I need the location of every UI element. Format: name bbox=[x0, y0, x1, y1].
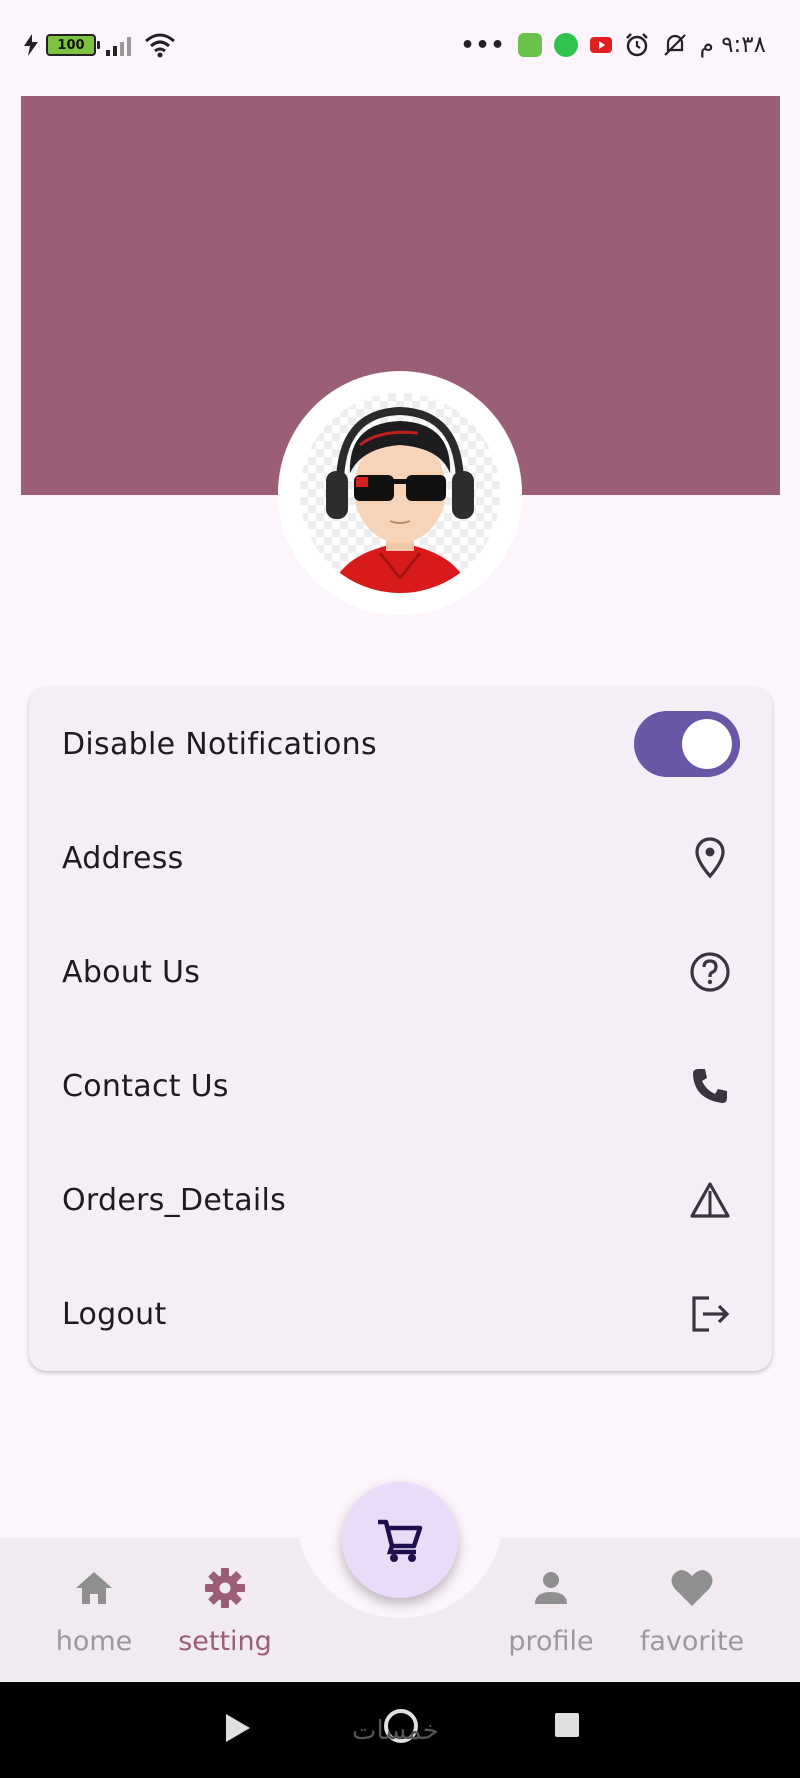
avatar[interactable] bbox=[278, 371, 522, 615]
wifi-icon bbox=[145, 33, 175, 58]
cart-icon bbox=[378, 1519, 423, 1562]
nav-item-profile[interactable]: profile bbox=[481, 1566, 621, 1666]
settings-row-disable-notifications[interactable]: Disable Notifications bbox=[29, 687, 772, 801]
help-circle-icon bbox=[688, 950, 732, 994]
gear-icon bbox=[203, 1566, 247, 1610]
battery-icon: 100 bbox=[46, 34, 100, 56]
recents-icon[interactable] bbox=[554, 1712, 580, 1738]
settings-row-label: Contact Us bbox=[62, 1068, 229, 1104]
app-notification-icon bbox=[517, 33, 542, 57]
back-icon[interactable] bbox=[224, 1712, 252, 1744]
settings-row-contact-us[interactable]: Contact Us bbox=[29, 1029, 772, 1143]
watermark-text: خمسات bbox=[352, 1716, 439, 1746]
avatar-illustration bbox=[326, 406, 474, 593]
phone-icon bbox=[688, 1064, 732, 1108]
nav-label: profile bbox=[508, 1626, 594, 1657]
nav-label: setting bbox=[178, 1626, 272, 1657]
mute-bell-icon bbox=[663, 34, 686, 56]
person-icon bbox=[529, 1566, 573, 1610]
settings-row-about-us[interactable]: About Us bbox=[29, 915, 772, 1029]
whatsapp-icon bbox=[553, 33, 578, 57]
location-pin-icon bbox=[688, 836, 732, 880]
settings-row-label: Orders_Details bbox=[62, 1182, 287, 1218]
nav-item-setting[interactable]: setting bbox=[155, 1566, 295, 1666]
status-time: ٩:٣٨ م bbox=[699, 32, 766, 58]
notifications-toggle[interactable] bbox=[634, 711, 740, 777]
settings-row-orders-details[interactable]: Orders_Details bbox=[29, 1143, 772, 1257]
more-notifications-icon: ••• bbox=[460, 32, 506, 58]
cell-signal-icon bbox=[106, 37, 131, 56]
nav-label: home bbox=[55, 1626, 133, 1657]
charging-icon bbox=[24, 34, 38, 56]
settings-row-label: Logout bbox=[62, 1296, 167, 1332]
status-right: ••• ٩:٣٨ م bbox=[460, 32, 766, 58]
nav-item-home[interactable]: home bbox=[24, 1566, 164, 1666]
home-icon bbox=[72, 1566, 116, 1610]
settings-row-address[interactable]: Address bbox=[29, 801, 772, 915]
cart-button[interactable] bbox=[342, 1482, 458, 1598]
nav-item-favorite[interactable]: favorite bbox=[622, 1566, 762, 1666]
settings-row-logout[interactable]: Logout bbox=[29, 1257, 772, 1371]
nav-label: favorite bbox=[639, 1626, 745, 1657]
toggle-knob bbox=[682, 719, 732, 769]
status-bar: 100 ••• ٩:٣٨ م bbox=[0, 0, 800, 96]
status-left: 100 bbox=[24, 32, 176, 58]
avatar-image bbox=[300, 393, 500, 593]
warning-triangle-icon bbox=[688, 1178, 732, 1222]
logout-icon bbox=[688, 1292, 732, 1336]
settings-card: Disable Notifications Address About Us C… bbox=[29, 687, 772, 1371]
settings-row-label: About Us bbox=[62, 954, 201, 990]
battery-level: 100 bbox=[57, 37, 85, 53]
settings-row-label: Disable Notifications bbox=[62, 726, 377, 762]
heart-icon bbox=[670, 1566, 714, 1610]
youtube-icon bbox=[589, 37, 612, 53]
alarm-icon bbox=[625, 33, 648, 57]
settings-row-label: Address bbox=[62, 840, 184, 876]
